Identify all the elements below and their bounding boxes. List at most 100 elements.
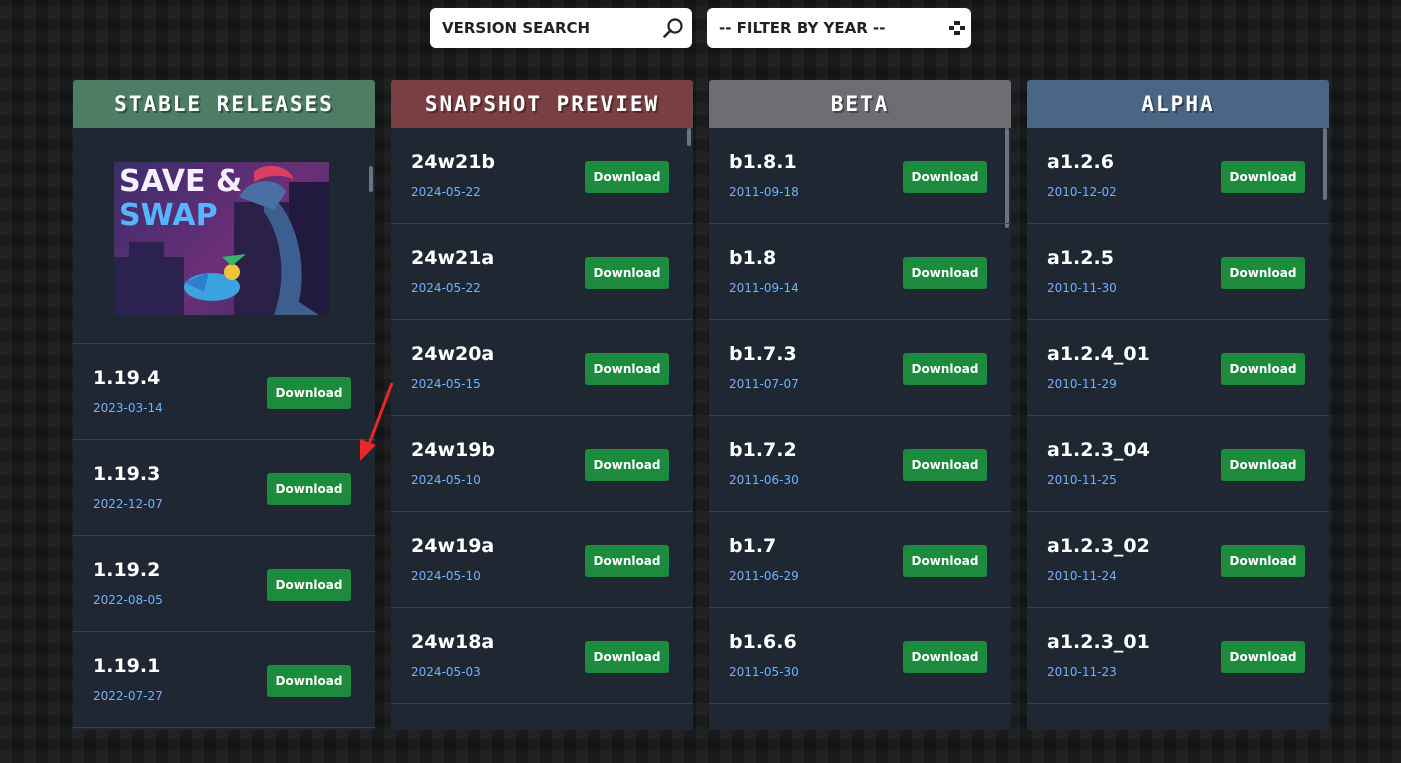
release-date: 2011-05-30 bbox=[729, 665, 799, 679]
download-button[interactable]: Download bbox=[903, 353, 987, 385]
version-name: 1.19.1 bbox=[93, 655, 161, 677]
download-button[interactable]: Download bbox=[585, 545, 669, 577]
year-filter-select[interactable]: -- FILTER BY YEAR -- bbox=[707, 8, 971, 48]
release-date: 2011-07-07 bbox=[729, 377, 799, 391]
column-header: BETA bbox=[709, 80, 1011, 128]
release-date: 2024-05-10 bbox=[411, 473, 481, 487]
column-list[interactable]: SAVE & SWAP 1.19.4 2023-03-14 Download 1.19… bbox=[73, 128, 375, 730]
release-date: 2010-11-25 bbox=[1047, 473, 1117, 487]
release-date: 2010-11-24 bbox=[1047, 569, 1117, 583]
download-button[interactable]: Download bbox=[585, 161, 669, 193]
version-name: b1.7 bbox=[729, 535, 777, 557]
version-name: a1.2.3_01 bbox=[1047, 631, 1150, 653]
release-date: 2024-05-22 bbox=[411, 185, 481, 199]
version-name: a1.2.3_02 bbox=[1047, 535, 1150, 557]
version-row: a1.2.5 2010-11-30 Download bbox=[1027, 224, 1329, 320]
promo-title-line2: SWAP bbox=[119, 198, 218, 233]
year-filter-label: -- FILTER BY YEAR -- bbox=[719, 19, 886, 37]
version-row: a1.2.6 2010-12-02 Download bbox=[1027, 128, 1329, 224]
release-date: 2011-09-18 bbox=[729, 185, 799, 199]
version-row: b1.7.2 2011-06-30 Download bbox=[709, 416, 1011, 512]
download-button[interactable]: Download bbox=[267, 665, 351, 697]
version-name: 24w20a bbox=[411, 343, 495, 365]
version-row: a1.2.3_02 2010-11-24 Download bbox=[1027, 512, 1329, 608]
version-name: 24w21a bbox=[411, 247, 495, 269]
column-header: ALPHA bbox=[1027, 80, 1329, 128]
download-button[interactable]: Download bbox=[1221, 257, 1305, 289]
release-date: 2010-12-02 bbox=[1047, 185, 1117, 199]
column-list[interactable]: b1.8.1 2011-09-18 Download b1.8 2011-09-14 Do… bbox=[709, 128, 1011, 730]
promo-title-line1: SAVE & bbox=[119, 164, 243, 199]
download-button[interactable]: Download bbox=[1221, 449, 1305, 481]
version-row: 24w19b 2024-05-10 Download bbox=[391, 416, 693, 512]
version-name: b1.7.3 bbox=[729, 343, 797, 365]
version-name: a1.2.4_01 bbox=[1047, 343, 1150, 365]
version-name: 1.19.3 bbox=[93, 463, 161, 485]
version-name: 1.19.2 bbox=[93, 559, 161, 581]
snapshot-version-list: 24w21b 2024-05-22 Download 24w21a 2024-05-22… bbox=[391, 128, 693, 704]
version-name: b1.8 bbox=[729, 247, 777, 269]
release-date: 2011-06-29 bbox=[729, 569, 799, 583]
save-swap-promo-image[interactable]: SAVE & SWAP bbox=[114, 162, 329, 315]
download-button[interactable]: Download bbox=[585, 449, 669, 481]
version-row: 24w21b 2024-05-22 Download bbox=[391, 128, 693, 224]
download-button[interactable]: Download bbox=[903, 257, 987, 289]
release-date: 2024-05-10 bbox=[411, 569, 481, 583]
release-date: 2024-05-03 bbox=[411, 665, 481, 679]
select-arrows-icon bbox=[949, 21, 965, 39]
version-row: 24w19a 2024-05-10 Download bbox=[391, 512, 693, 608]
beta-column: BETA b1.8.1 2011-09-18 Download b1.8 2011-09… bbox=[709, 80, 1011, 730]
version-row: b1.7.3 2011-07-07 Download bbox=[709, 320, 1011, 416]
release-date: 2011-06-30 bbox=[729, 473, 799, 487]
version-name: 1.19.4 bbox=[93, 367, 161, 389]
download-button[interactable]: Download bbox=[267, 473, 351, 505]
release-date: 2022-12-07 bbox=[93, 497, 163, 511]
version-row: b1.8 2011-09-14 Download bbox=[709, 224, 1011, 320]
column-list[interactable]: 24w21b 2024-05-22 Download 24w21a 2024-05-22… bbox=[391, 128, 693, 730]
download-button[interactable]: Download bbox=[1221, 161, 1305, 193]
column-header: STABLE RELEASES bbox=[73, 80, 375, 128]
version-name: 24w19b bbox=[411, 439, 496, 461]
release-date: 2022-07-27 bbox=[93, 689, 163, 703]
search-icon[interactable] bbox=[662, 17, 684, 43]
download-button[interactable]: Download bbox=[903, 545, 987, 577]
download-button[interactable]: Download bbox=[903, 449, 987, 481]
version-name: b1.7.2 bbox=[729, 439, 797, 461]
alpha-version-list: a1.2.6 2010-12-02 Download a1.2.5 2010-11-30… bbox=[1027, 128, 1329, 704]
version-row: a1.2.4_01 2010-11-29 Download bbox=[1027, 320, 1329, 416]
version-row: a1.2.3_04 2010-11-25 Download bbox=[1027, 416, 1329, 512]
release-date: 2010-11-23 bbox=[1047, 665, 1117, 679]
download-button[interactable]: Download bbox=[903, 161, 987, 193]
download-button[interactable]: Download bbox=[267, 377, 351, 409]
download-button[interactable]: Download bbox=[585, 257, 669, 289]
beta-version-list: b1.8.1 2011-09-18 Download b1.8 2011-09-14 Do… bbox=[709, 128, 1011, 704]
download-button[interactable]: Download bbox=[267, 569, 351, 601]
version-name: a1.2.6 bbox=[1047, 151, 1114, 173]
column-list[interactable]: a1.2.6 2010-12-02 Download a1.2.5 2010-11-30… bbox=[1027, 128, 1329, 730]
download-button[interactable]: Download bbox=[1221, 641, 1305, 673]
download-button[interactable]: Download bbox=[1221, 545, 1305, 577]
release-date: 2010-11-30 bbox=[1047, 281, 1117, 295]
download-button[interactable]: Download bbox=[903, 641, 987, 673]
version-name: 24w19a bbox=[411, 535, 495, 557]
version-search-input[interactable] bbox=[442, 19, 652, 37]
release-date: 2011-09-14 bbox=[729, 281, 799, 295]
alpha-column: ALPHA a1.2.6 2010-12-02 Download a1.2.5 2010… bbox=[1027, 80, 1329, 730]
version-row: b1.6.6 2011-05-30 Download bbox=[709, 608, 1011, 704]
version-row: b1.7 2011-06-29 Download bbox=[709, 512, 1011, 608]
version-name: a1.2.5 bbox=[1047, 247, 1114, 269]
version-row: 24w20a 2024-05-15 Download bbox=[391, 320, 693, 416]
release-date: 2024-05-22 bbox=[411, 281, 481, 295]
stable-releases-column: STABLE RELEASES SAVE & SWAP 1.19.4 2023-… bbox=[73, 80, 375, 730]
version-row: 24w18a 2024-05-03 Download bbox=[391, 608, 693, 704]
version-row: a1.2.3_01 2010-11-23 Download bbox=[1027, 608, 1329, 704]
release-date: 2023-03-14 bbox=[93, 401, 163, 415]
download-button[interactable]: Download bbox=[585, 641, 669, 673]
download-button[interactable]: Download bbox=[585, 353, 669, 385]
version-search-box[interactable] bbox=[430, 8, 692, 48]
release-date: 2022-08-05 bbox=[93, 593, 163, 607]
download-button[interactable]: Download bbox=[1221, 353, 1305, 385]
snapshot-preview-column: SNAPSHOT PREVIEW 24w21b 2024-05-22 Downloa… bbox=[391, 80, 693, 730]
promo-banner[interactable]: SAVE & SWAP bbox=[73, 128, 375, 344]
release-date: 2024-05-15 bbox=[411, 377, 481, 391]
